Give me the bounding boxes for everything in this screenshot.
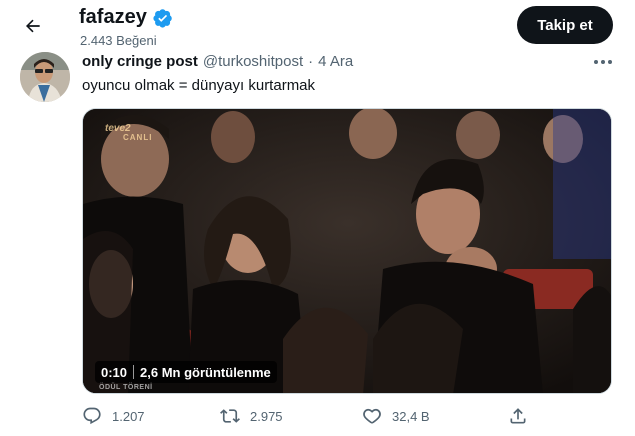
- video-player[interactable]: teve2 CANLI 0:10 2,6 Mn görüntülenme ÖDÜ…: [82, 108, 612, 394]
- video-views: 2,6 Mn görüntülenme: [140, 364, 271, 380]
- verified-badge-icon: [153, 8, 173, 28]
- video-meta-overlay: 0:10 2,6 Mn görüntülenme: [95, 361, 277, 383]
- channel-logo: teve2 CANLI: [105, 123, 152, 143]
- post-header: only cringe post @turkoshitpost · 4 Ara: [82, 53, 353, 70]
- video-frame: [83, 109, 611, 393]
- heart-icon: [363, 408, 381, 424]
- follow-button[interactable]: Takip et: [517, 6, 613, 44]
- post-author-handle[interactable]: @turkoshitpost: [203, 53, 303, 70]
- post-text: oyuncu olmak = dünyayı kurtarmak: [82, 77, 316, 94]
- award-ceremony-tag: ÖDÜL TÖRENİ: [99, 384, 153, 391]
- reply-button[interactable]: 1.207: [82, 406, 145, 426]
- share-button[interactable]: [508, 406, 528, 426]
- video-duration: 0:10: [101, 364, 128, 380]
- retweet-button[interactable]: 2.975: [220, 406, 283, 426]
- profile-header: fafazey 2.443 Beğeni Takip et: [0, 0, 635, 52]
- likes-count-label: 2.443 Beğeni: [80, 33, 157, 48]
- meta-divider: [133, 365, 135, 379]
- profile-name-row: fafazey: [79, 6, 173, 29]
- back-button[interactable]: [20, 13, 46, 39]
- separator-dot: ·: [308, 53, 314, 70]
- retweet-count: 2.975: [250, 408, 283, 424]
- action-bar: 1.207 2.975 32,4 B: [82, 406, 612, 434]
- reply-count: 1.207: [112, 408, 145, 424]
- like-count: 32,4 B: [392, 408, 430, 424]
- profile-name: fafazey: [79, 6, 147, 28]
- arrow-left-icon: [26, 19, 40, 33]
- channel-live-label: CANLI: [123, 133, 153, 142]
- post-author-name[interactable]: only cringe post: [82, 53, 198, 70]
- author-avatar[interactable]: [20, 52, 70, 102]
- post-date[interactable]: 4 Ara: [318, 53, 353, 70]
- like-button[interactable]: 32,4 B: [362, 406, 430, 426]
- more-options-icon[interactable]: [591, 53, 615, 71]
- reply-icon: [83, 407, 101, 425]
- retweet-icon: [220, 409, 240, 423]
- share-icon: [510, 408, 526, 424]
